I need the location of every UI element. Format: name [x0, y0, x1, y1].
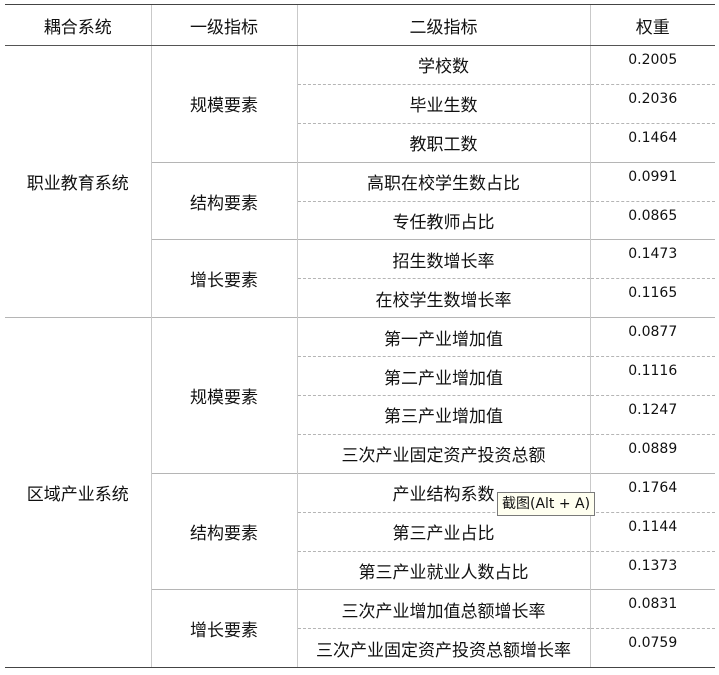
- weight-cell: 0.1764: [589, 472, 715, 513]
- primary-indicator-cell: 规模要素: [150, 317, 297, 474]
- secondary-indicator-cell: 第三产业就业人数占比: [296, 550, 590, 590]
- system-name-cell: 区域产业系统: [5, 317, 151, 669]
- header-coupling-system: 耦合系统: [5, 4, 151, 46]
- header-secondary-indicator: 二级指标: [296, 4, 590, 46]
- weight-cell: 0.0865: [589, 200, 715, 240]
- weight-cell: 0.0759: [589, 628, 715, 669]
- weight-cell: 0.1116: [589, 356, 715, 396]
- weight-cell: 0.1144: [589, 511, 715, 552]
- weight-cell: 0.1165: [589, 278, 715, 318]
- table-body: 职业教育系统 规模要素 学校数 0.2005 毕业生数 0.2036 教职工数 0.1464 结…: [5, 44, 715, 669]
- secondary-indicator-cell: 毕业生数: [296, 83, 590, 124]
- weight-cell: 0.0991: [589, 161, 715, 202]
- indicator-weight-table: 耦合系统 一级指标 二级指标 权重 职业教育系统 规模要素 学校数 0.2005 毕业生…: [5, 4, 715, 669]
- primary-indicator-cell: 增长要素: [150, 589, 297, 669]
- primary-indicator-cell: 规模要素: [150, 45, 297, 163]
- weight-cell: 0.0877: [589, 317, 715, 357]
- system-name-cell: 职业教育系统: [5, 44, 151, 318]
- primary-indicator-cell: 结构要素: [150, 472, 297, 590]
- secondary-indicator-cell: 招生数增长率: [296, 239, 590, 279]
- secondary-indicator-cell: 学校数: [296, 45, 590, 85]
- secondary-indicator-cell: 第一产业增加值: [296, 317, 590, 357]
- weight-cell: 0.1373: [589, 550, 715, 590]
- table-row: 职业教育系统 规模要素 学校数 0.2005: [5, 44, 715, 318]
- weight-cell: 0.2036: [589, 83, 715, 124]
- secondary-indicator-cell: 教职工数: [296, 122, 590, 163]
- weight-cell: 0.2005: [589, 45, 715, 85]
- weight-cell: 0.0831: [589, 589, 715, 629]
- secondary-indicator-cell: 高职在校学生数占比: [296, 161, 590, 202]
- secondary-indicator-cell: 三次产业固定资产投资总额增长率: [296, 628, 590, 669]
- secondary-indicator-cell: 专任教师占比: [296, 200, 590, 240]
- secondary-indicator-cell: 第二产业增加值: [296, 356, 590, 396]
- screenshot-tooltip: 截图(Alt + A): [497, 492, 596, 516]
- header-weight: 权重: [589, 4, 715, 46]
- primary-indicator-cell: 增长要素: [150, 239, 297, 318]
- header-row: 耦合系统 一级指标 二级指标 权重: [5, 4, 715, 46]
- secondary-indicator-cell: 第三产业增加值: [296, 395, 590, 435]
- secondary-indicator-cell: 三次产业增加值总额增长率: [296, 589, 590, 629]
- secondary-indicator-cell: 第三产业占比: [296, 511, 590, 552]
- weight-cell: 0.0889: [589, 433, 715, 474]
- secondary-indicator-cell: 三次产业固定资产投资总额: [296, 433, 590, 474]
- weight-cell: 0.1247: [589, 395, 715, 435]
- weight-cell: 0.1464: [589, 122, 715, 163]
- table-row: 区域产业系统 规模要素 第一产业增加值 0.0877: [5, 317, 715, 669]
- secondary-indicator-cell: 在校学生数增长率: [296, 278, 590, 318]
- header-primary-indicator: 一级指标: [150, 4, 297, 46]
- weight-cell: 0.1473: [589, 239, 715, 279]
- primary-indicator-cell: 结构要素: [150, 161, 297, 240]
